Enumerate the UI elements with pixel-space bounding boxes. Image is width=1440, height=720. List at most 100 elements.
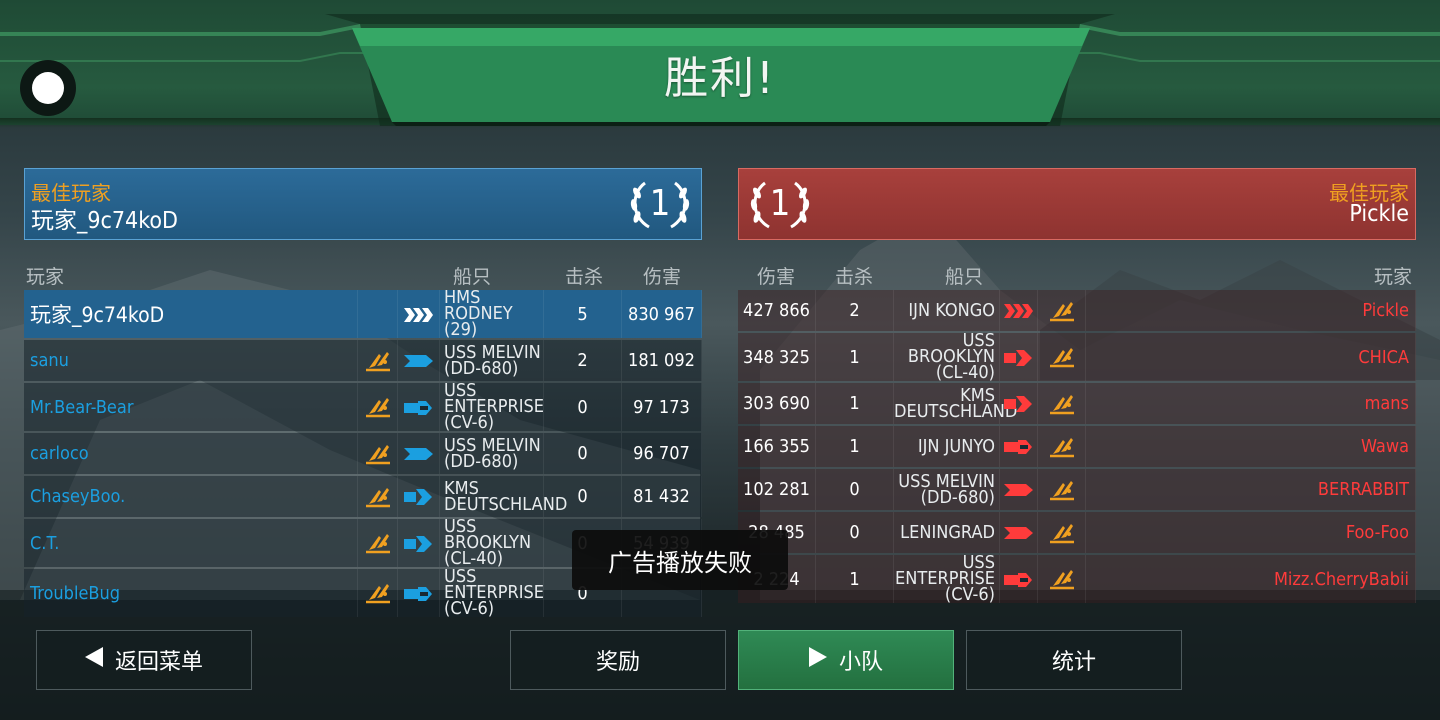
plane-icon	[358, 340, 398, 381]
plane-icon	[358, 569, 398, 617]
damage-value: 181 092	[622, 340, 702, 381]
team-row[interactable]: Mr.Bear-Bear USS ENTERPRISE (CV-6) 0 97 173	[24, 382, 702, 432]
red-team-table: 427 866 2 IJN KONGO Pickle 348 325 1 USS BROOK…	[738, 288, 1416, 605]
plane-icon	[358, 290, 398, 338]
ship-name: KMS DEUTSCHLAND	[894, 383, 1017, 424]
ship-name: USS BROOKLYN (CL-40)	[440, 518, 544, 568]
player-name: ChaseyBoo.	[24, 476, 358, 517]
rank-badge: 1	[745, 177, 815, 233]
ship-name: IJN KONGO	[894, 290, 1000, 331]
ship-name: IJN JUNYO	[894, 426, 1000, 467]
damage-value: 97 173	[622, 383, 702, 431]
plane-icon	[358, 433, 398, 474]
header-player: 玩家	[26, 266, 65, 288]
ship-name: LENINGRAD	[894, 512, 1000, 553]
player-name: Foo-Foo	[1086, 512, 1416, 553]
destroyer-icon	[1000, 469, 1038, 510]
team-row[interactable]: carloco USS MELVIN (DD-680) 0 96 707	[24, 433, 702, 474]
header-ship: 船只	[945, 266, 984, 288]
squad-button[interactable]: 小队	[738, 630, 954, 690]
player-name: 玩家_9c74koD	[24, 290, 358, 338]
damage-value: 96 707	[622, 433, 702, 474]
team-row[interactable]: 166 355 1 IJN JUNYO Wawa	[738, 426, 1416, 467]
rank-number: 1	[649, 183, 671, 224]
carrier-icon	[398, 569, 440, 617]
rewards-button-label: 奖励	[595, 650, 640, 675]
ship-name: KMS DEUTSCHLAND	[440, 476, 567, 517]
ship-name: USS ENTERPRISE (CV-6)	[894, 554, 1000, 604]
team-row[interactable]: 28 4850LENINGRADFoo-Foo	[738, 512, 1416, 553]
player-name: C.T.	[24, 519, 358, 567]
damage-value: 81 432	[622, 476, 702, 517]
kills-count: 0	[544, 383, 622, 431]
ship-name: USS MELVIN (DD-680)	[440, 340, 544, 381]
plane-icon	[1038, 333, 1086, 381]
team-row[interactable]: 102 281 0 USS MELVIN (DD-680) BERRABBIT	[738, 469, 1416, 510]
damage-value: 830 967	[622, 290, 702, 338]
kills-count: 0	[816, 469, 894, 510]
cruiser-icon	[1000, 333, 1038, 381]
player-name: Mizz.CherryBabii	[1086, 555, 1416, 603]
player-name: TroubleBug	[24, 569, 358, 617]
header-damage: 伤害	[643, 266, 682, 288]
plane-icon	[1038, 555, 1086, 603]
kills-count: 5	[544, 290, 622, 338]
damage-value: 348 325	[738, 333, 816, 381]
damage-value: 166 355	[738, 426, 816, 467]
best-player-name: 玩家_9c74koD	[31, 208, 178, 234]
player-name: BERRABBIT	[1086, 469, 1416, 510]
ship-name: USS ENTERPRISE (CV-6)	[440, 568, 544, 618]
kills-count: 1	[816, 333, 894, 381]
ship-name: USS MELVIN (DD-680)	[894, 469, 1000, 510]
plane-icon	[358, 476, 398, 517]
player-name: Mr.Bear-Bear	[24, 383, 358, 431]
destroyer-icon	[398, 433, 440, 474]
stats-button-label: 统计	[1051, 650, 1096, 675]
victory-title: 胜利!	[664, 53, 776, 104]
player-name: sanu	[24, 340, 358, 381]
damage-value: 427 866	[738, 290, 816, 331]
plane-icon	[1038, 469, 1086, 510]
team-row[interactable]: sanu USS MELVIN (DD-680) 2 181 092	[24, 340, 702, 381]
kills-count: 2	[544, 340, 622, 381]
ship-name: USS ENTERPRISE (CV-6)	[440, 382, 544, 432]
damage-value: 303 690	[738, 383, 816, 424]
rank-number: 1	[769, 183, 791, 224]
player-name: CHICA	[1086, 333, 1416, 381]
kills-count: 1	[816, 555, 894, 603]
back-to-menu-button[interactable]: 返回菜单	[36, 630, 252, 690]
carrier-icon	[1000, 555, 1038, 603]
team-row[interactable]: 303 690 1 KMS DEUTSCHLAND mans	[738, 383, 1416, 424]
kills-count: 0	[816, 512, 894, 553]
team-row[interactable]: ChaseyBoo. KMS DEUTSCHLAND 0 81 432	[24, 476, 702, 517]
rank-badge: 1	[625, 177, 695, 233]
circle-icon	[32, 72, 64, 104]
header-kills: 击杀	[565, 266, 604, 288]
kills-count: 0	[544, 433, 622, 474]
damage-value: 102 281	[738, 469, 816, 510]
ship-name: USS BROOKLYN (CL-40)	[894, 332, 1000, 382]
battleship-icon	[1000, 290, 1038, 331]
player-name: Wawa	[1086, 426, 1416, 467]
header-damage: 伤害	[757, 266, 796, 288]
team-row[interactable]: 348 325 1 USS BROOKLYN (CL-40) CHICA	[738, 332, 1416, 382]
kills-count: 1	[816, 426, 894, 467]
plane-icon	[1038, 512, 1086, 553]
team-row[interactable]: 427 866 2 IJN KONGO Pickle	[738, 290, 1416, 331]
header-kills: 击杀	[835, 266, 874, 288]
stats-button[interactable]: 统计	[966, 630, 1182, 690]
menu-toggle-button[interactable]	[20, 60, 76, 116]
play-icon	[808, 647, 827, 673]
plane-icon	[1038, 290, 1086, 331]
destroyer-icon	[398, 340, 440, 381]
back-arrow-icon	[84, 647, 103, 673]
best-player-name: Pickle	[1349, 201, 1409, 227]
plane-icon	[358, 383, 398, 431]
team-row[interactable]: 2 2241USS ENTERPRISE(CV-6)Mizz.CherryBab…	[738, 554, 1416, 604]
rewards-button[interactable]: 奖励	[510, 630, 726, 690]
blue-best-player-card: 最佳玩家 玩家_9c74koD 1	[24, 168, 702, 240]
destroyer-icon	[1000, 512, 1038, 553]
ship-name: USS MELVIN (DD-680)	[440, 433, 544, 474]
team-row[interactable]: 玩家_9c74koD HMS RODNEY (29) 5 830 967	[24, 289, 702, 339]
ad-failed-toast: 广告播放失败	[572, 530, 788, 590]
